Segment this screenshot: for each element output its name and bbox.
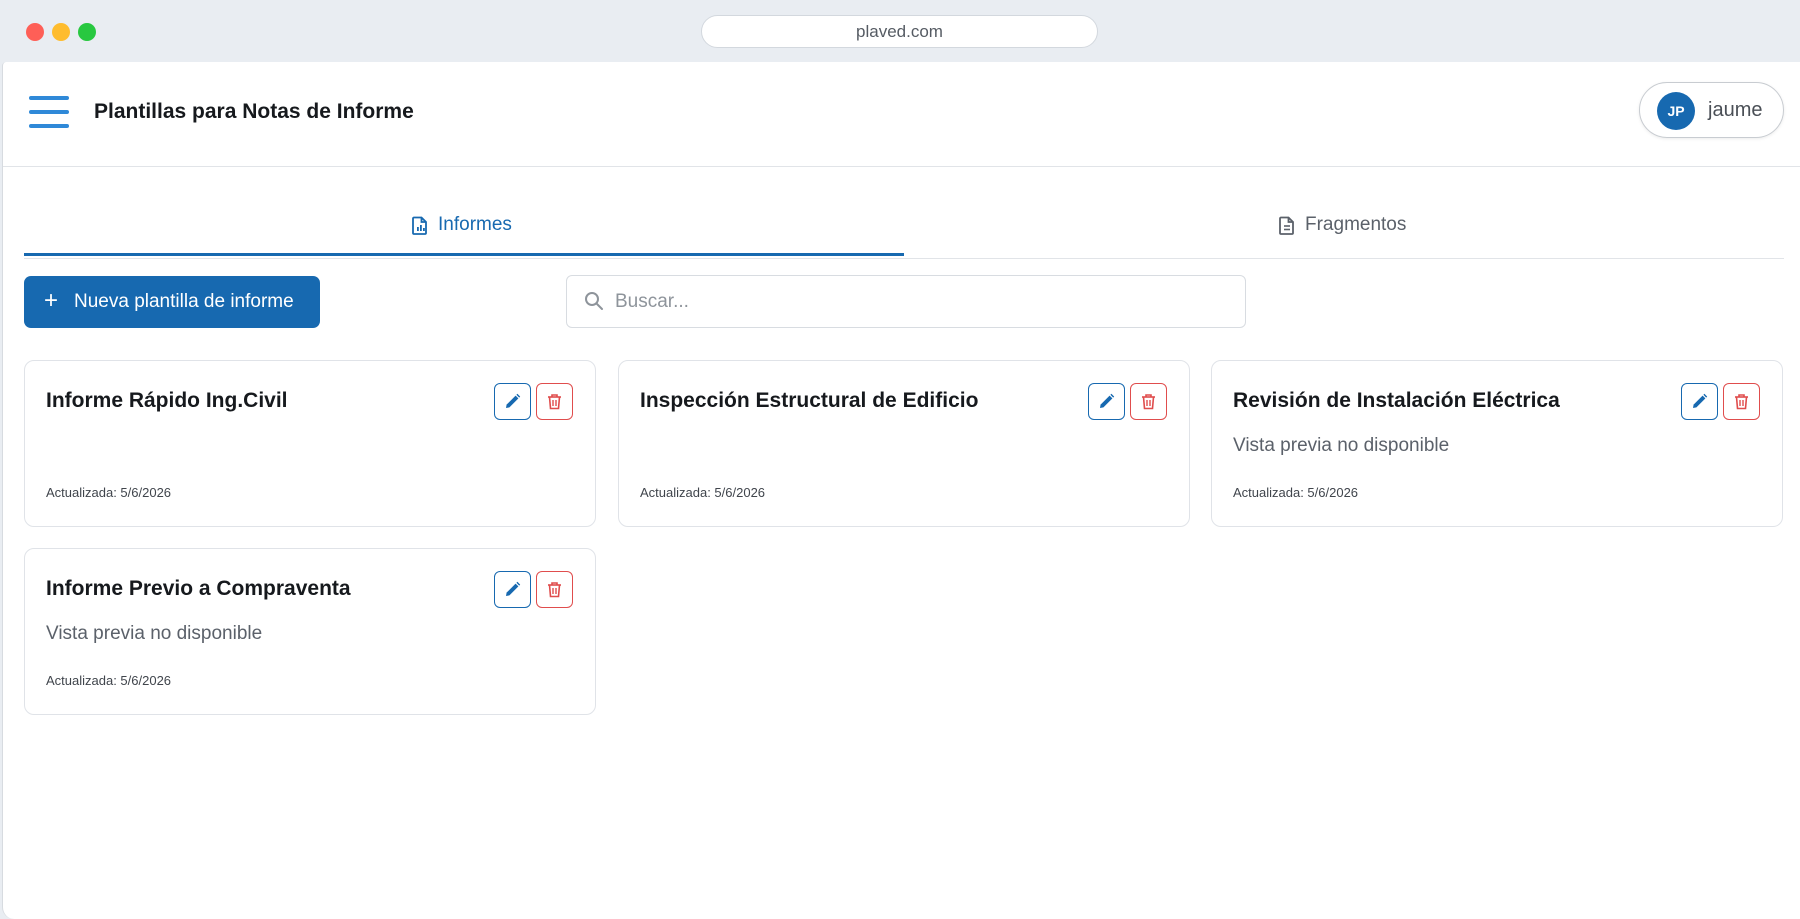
browser-chrome: plaved.com [0, 0, 1800, 62]
plus-icon: + [44, 287, 59, 314]
trash-icon [1142, 394, 1155, 410]
search-icon [585, 292, 603, 310]
card-title: Inspección Estructural de Edificio [640, 389, 979, 412]
template-card[interactable]: Informe Rápido Ing.Civil Actualizada: 5/… [24, 360, 596, 527]
card-title: Revisión de Instalación Eléctrica [1233, 389, 1560, 412]
pencil-icon [506, 581, 521, 596]
trash-icon [548, 394, 561, 410]
edit-button[interactable] [494, 383, 531, 420]
tab-fragmentos-label: Fragmentos [1305, 214, 1407, 235]
edit-button[interactable] [1088, 383, 1125, 420]
minimize-window-button[interactable] [52, 23, 70, 41]
trash-icon [548, 582, 561, 598]
user-menu-button[interactable]: JP jaume [1639, 82, 1784, 138]
avatar: JP [1657, 92, 1695, 130]
card-updated: Actualizada: 5/6/2026 [46, 673, 172, 688]
page-title: Plantillas para Notas de Informe [94, 100, 414, 123]
delete-button[interactable] [536, 571, 573, 608]
pencil-icon [1693, 393, 1708, 408]
card-updated: Actualizada: 5/6/2026 [640, 485, 766, 500]
user-name: jaume [1708, 99, 1763, 121]
address-bar[interactable]: plaved.com [701, 15, 1098, 48]
card-preview: Vista previa no disponible [46, 623, 263, 644]
document-icon [1279, 216, 1294, 235]
card-preview: Vista previa no disponible [1233, 435, 1450, 456]
new-template-button[interactable]: + Nueva plantilla de informe [24, 276, 320, 328]
maximize-window-button[interactable] [78, 23, 96, 41]
tabs-divider [24, 258, 1784, 259]
close-window-button[interactable] [26, 23, 44, 41]
card-title: Informe Rápido Ing.Civil [46, 389, 288, 412]
app-window: Plantillas para Notas de Informe JP jaum… [2, 62, 1800, 919]
card-updated: Actualizada: 5/6/2026 [46, 485, 172, 500]
template-card[interactable]: Inspección Estructural de Edificio Actua… [618, 360, 1190, 527]
tab-informes-label: Informes [438, 214, 512, 235]
tab-fragmentos[interactable]: Fragmentos [904, 194, 1784, 256]
edit-button[interactable] [494, 571, 531, 608]
pencil-icon [506, 393, 521, 408]
report-icon [412, 216, 427, 235]
template-card[interactable]: Revisión de Instalación Eléctrica Vista … [1211, 360, 1783, 527]
card-updated: Actualizada: 5/6/2026 [1233, 485, 1359, 500]
edit-button[interactable] [1681, 383, 1718, 420]
app-header: Plantillas para Notas de Informe JP jaum… [3, 62, 1800, 167]
search-box [566, 275, 1246, 328]
delete-button[interactable] [1723, 383, 1760, 420]
pencil-icon [1100, 393, 1115, 408]
trash-icon [1735, 394, 1748, 410]
new-template-label: Nueva plantilla de informe [74, 291, 294, 312]
template-card[interactable]: Informe Previo a Compraventa Vista previ… [24, 548, 596, 715]
search-input[interactable] [615, 286, 1215, 318]
delete-button[interactable] [536, 383, 573, 420]
delete-button[interactable] [1130, 383, 1167, 420]
card-title: Informe Previo a Compraventa [46, 577, 351, 600]
tab-informes[interactable]: Informes [24, 194, 904, 256]
menu-icon[interactable] [29, 96, 71, 130]
